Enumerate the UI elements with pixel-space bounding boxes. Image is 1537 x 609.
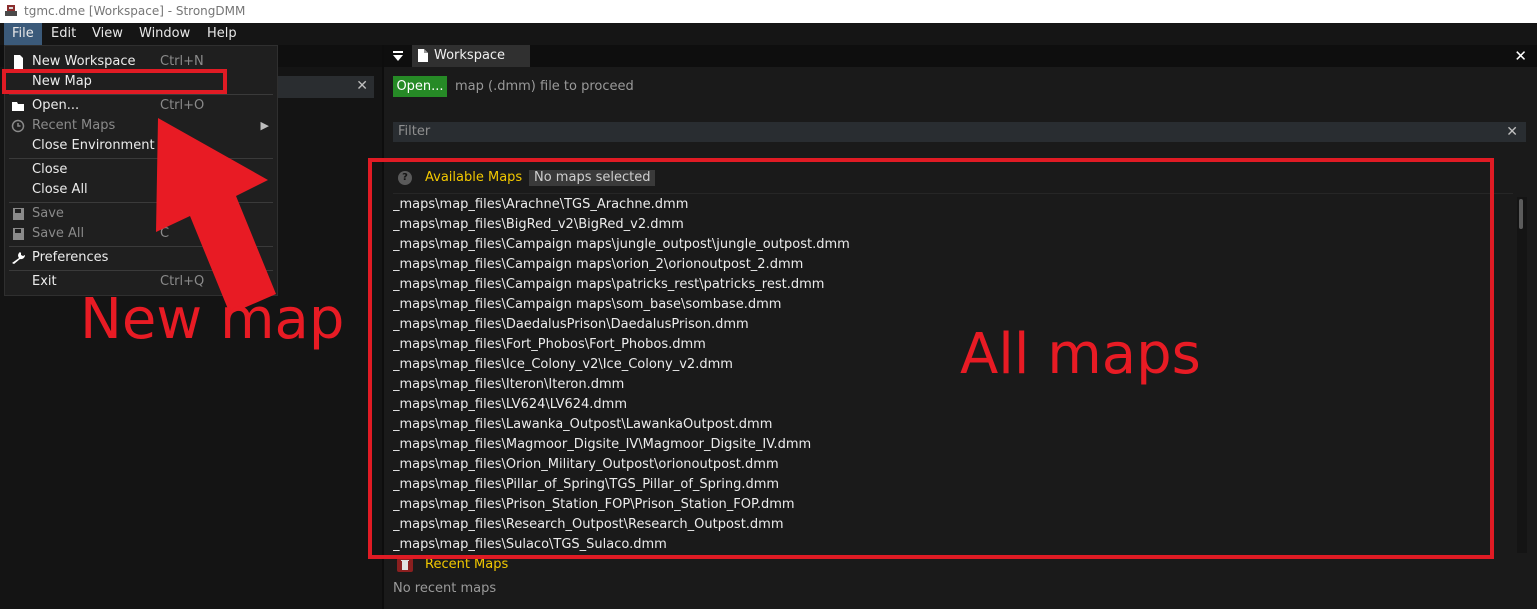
- scrollbar-thumb[interactable]: [1519, 199, 1523, 229]
- wrench-icon: [12, 252, 26, 264]
- window-title: tgmc.dme [Workspace] - StrongDMM: [24, 4, 246, 18]
- close-icon[interactable]: ✕: [1514, 45, 1527, 67]
- maps-scrollbar[interactable]: [1517, 197, 1527, 553]
- menu-item-label: Preferences: [32, 250, 109, 265]
- maps-filter-input[interactable]: Filter ✕: [393, 122, 1526, 142]
- menu-help[interactable]: Help: [199, 23, 245, 45]
- menu-item-label: Save All: [32, 226, 85, 241]
- filter-placeholder: Filter: [398, 124, 431, 139]
- menu-bar: File Edit View Window Help: [0, 23, 1537, 45]
- menu-edit[interactable]: Edit: [43, 23, 84, 45]
- tab-label: Workspace: [434, 48, 506, 63]
- new-map-highlight-box: [2, 69, 227, 94]
- window-title-bar: tgmc.dme [Workspace] - StrongDMM: [0, 0, 1537, 23]
- tab-workspace[interactable]: Workspace: [412, 45, 530, 67]
- menu-item-label: Save: [32, 206, 64, 221]
- menu-item-open[interactable]: Open... Ctrl+O: [5, 96, 277, 116]
- save-icon: [13, 228, 24, 240]
- menu-separator: [9, 94, 273, 95]
- trash-icon[interactable]: [397, 558, 413, 572]
- menu-item-label: Recent Maps: [32, 118, 116, 133]
- clock-icon: [11, 119, 25, 133]
- menu-item-shortcut: Ctrl+O: [160, 98, 205, 113]
- window-menu-icon[interactable]: [392, 50, 404, 62]
- new-map-annotation: New map: [80, 287, 345, 352]
- recent-maps-empty-text: No recent maps: [393, 581, 497, 596]
- file-icon: [14, 55, 23, 69]
- menu-item-label: Close: [32, 162, 68, 177]
- save-icon: [13, 208, 24, 220]
- menu-item-label: Open...: [32, 98, 80, 113]
- open-hint-text: map (.dmm) file to proceed: [455, 79, 634, 94]
- all-maps-highlight-box: [368, 158, 1494, 559]
- menu-view[interactable]: View: [84, 23, 131, 45]
- folder-open-icon: [12, 102, 24, 111]
- menu-item-label: Exit: [32, 274, 57, 289]
- app-icon: [5, 5, 17, 16]
- clear-filter-icon[interactable]: ✕: [1506, 122, 1518, 142]
- menu-window[interactable]: Window: [131, 23, 198, 45]
- open-button[interactable]: Open...: [393, 76, 447, 97]
- workspace-tab-bar: Workspace ✕: [384, 45, 1537, 67]
- menu-file[interactable]: File: [4, 23, 42, 45]
- file-icon: [418, 49, 428, 62]
- all-maps-annotation: All maps: [960, 322, 1201, 387]
- menu-item-label: Close All: [32, 182, 88, 197]
- clear-filter-icon[interactable]: ✕: [356, 78, 368, 94]
